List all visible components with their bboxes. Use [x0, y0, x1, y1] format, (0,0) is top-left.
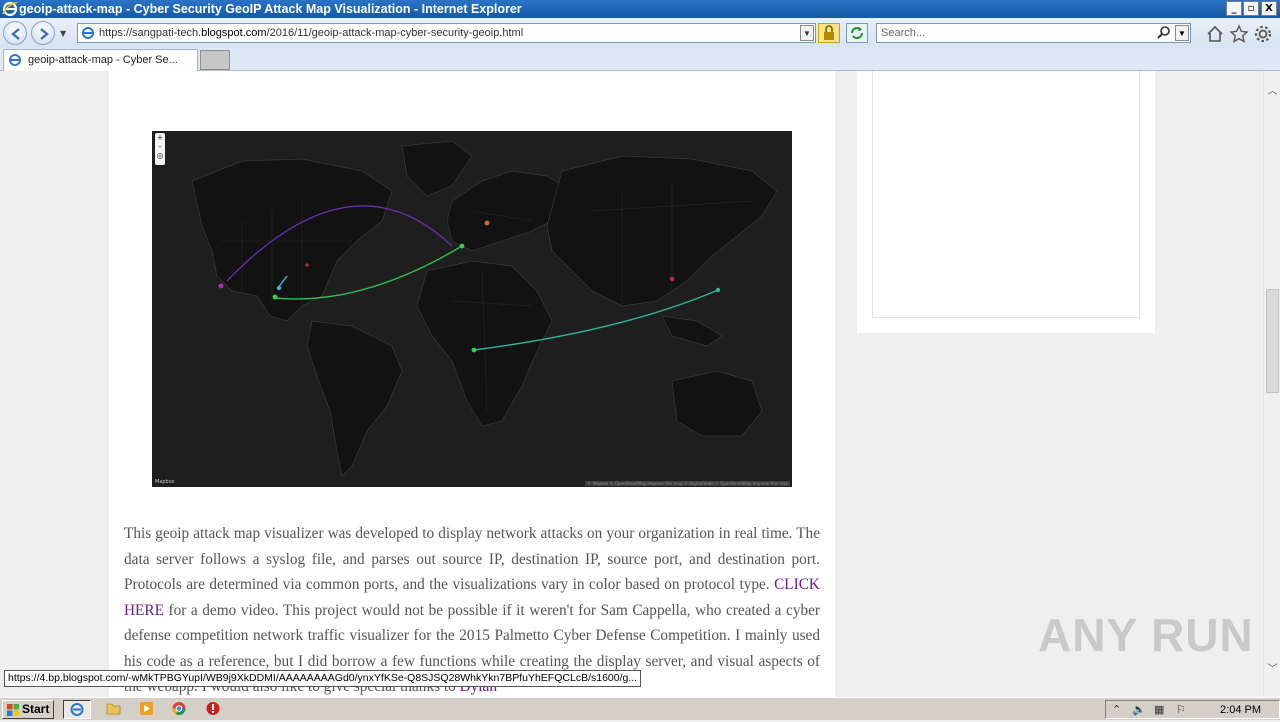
blog-post: + - ◎ Mapbox © Mapbox © OpenStreetMap Im… [109, 71, 835, 698]
scroll-up-icon[interactable]: ︿ [1266, 85, 1279, 99]
back-arrow-icon [11, 28, 20, 40]
taskbar-clock[interactable]: 2:04 PM [1220, 702, 1261, 719]
australia-shape [671, 370, 763, 437]
sidebar [857, 71, 1155, 333]
map-zoom-in-button[interactable]: + [155, 133, 165, 142]
taskbar-media-button[interactable] [133, 700, 161, 719]
search-input[interactable]: Search... [881, 27, 925, 39]
back-button[interactable] [3, 21, 27, 45]
tab-favicon-icon [9, 54, 21, 66]
attack-point-europe [459, 243, 465, 249]
tab-bar: geoip-attack-map - Cyber Se... [0, 48, 1280, 71]
tray-expand-icon[interactable]: ⌃ [1112, 703, 1121, 716]
page-viewport: + - ◎ Mapbox © Mapbox © OpenStreetMap Im… [0, 71, 1263, 698]
favorites-star-icon[interactable] [1229, 24, 1249, 44]
volume-icon[interactable]: 🔈 [1132, 703, 1146, 716]
close-button[interactable]: X [1261, 1, 1277, 16]
map-attribution: © Mapbox © OpenStreetMap Improve this ma… [585, 481, 790, 486]
search-icon[interactable] [1156, 25, 1172, 41]
asia-shape [546, 155, 778, 307]
forward-arrow-icon [40, 28, 49, 40]
lock-icon [824, 25, 834, 40]
start-button[interactable]: Start [2, 700, 54, 719]
title-bar: geoip-attack-map - Cyber Security GeoIP … [0, 0, 1280, 18]
network-icon[interactable]: ▦ [1154, 703, 1164, 716]
scrollbar-thumb[interactable] [1266, 289, 1279, 393]
forward-button[interactable] [31, 21, 55, 45]
tab-geoip-attack-map[interactable]: geoip-attack-map - Cyber Se... [3, 49, 198, 71]
southeast-asia-shape [661, 315, 723, 347]
stop-sign-icon [206, 702, 220, 715]
system-tray: ⌃ 🔈 ▦ ⚐ 2:04 PM [1105, 700, 1280, 719]
taskbar-explorer-button[interactable] [100, 700, 128, 719]
chrome-icon [172, 702, 186, 715]
gear-icon[interactable] [1253, 24, 1273, 44]
map-zoom-controls: + - ◎ [155, 133, 165, 165]
taskbar: Start ⌃ 🔈 ▦ ⚐ 2:04 PM [0, 697, 1280, 720]
url-domain: blogspot.com [201, 27, 267, 39]
world-map-graphic [191, 140, 778, 477]
attack-point-us-central [276, 285, 282, 291]
compatibility-refresh-button[interactable] [846, 23, 868, 43]
address-dropdown-button[interactable]: ▼ [800, 25, 814, 41]
taskbar-stop-button[interactable] [200, 700, 228, 719]
windows-logo-icon [7, 704, 19, 716]
ie-page-icon [82, 27, 94, 39]
taskbar-ie-button[interactable] [63, 700, 91, 719]
anyrun-watermark: ANY RUN [1038, 609, 1254, 661]
attack-point-us-east [272, 294, 278, 300]
security-lock-button[interactable] [818, 23, 840, 43]
attack-point-japan [715, 287, 721, 293]
map-logo: Mapbox [155, 479, 175, 485]
article-text-1: This geoip attack map visualizer was dev… [124, 525, 820, 593]
search-dropdown-button[interactable]: ▼ [1175, 25, 1189, 41]
taskbar-chrome-button[interactable] [166, 700, 194, 719]
history-dropdown-icon[interactable]: ▼ [60, 29, 66, 38]
vertical-scrollbar[interactable]: ︿ ﹀ [1263, 71, 1280, 698]
map-zoom-out-button[interactable]: - [155, 142, 165, 151]
north-america-shape [191, 158, 393, 322]
attack-point-us-ne [305, 263, 309, 267]
home-icon[interactable] [1205, 24, 1225, 44]
new-tab-button[interactable] [200, 50, 230, 70]
url-prefix: https://sangpati-tech. [99, 27, 202, 39]
action-center-flag-icon[interactable]: ⚐ [1176, 703, 1186, 716]
navigation-bar: ▼ https://sangpati-tech.blogspot.com/201… [0, 18, 1280, 48]
minimize-button[interactable]: _ [1226, 1, 1242, 16]
sidebar-widget [872, 71, 1140, 318]
address-url: https://sangpati-tech.blogspot.com/2016/… [99, 24, 523, 42]
ie-icon [70, 703, 84, 716]
window-title: geoip-attack-map - Cyber Security GeoIP … [19, 2, 522, 16]
ie-logo-icon [2, 1, 18, 17]
maximize-button[interactable]: ▫ [1243, 1, 1259, 16]
search-box[interactable]: Search... ▼ [876, 23, 1191, 43]
browser-window: geoip-attack-map - Cyber Security GeoIP … [0, 0, 1280, 720]
folder-icon [106, 703, 121, 715]
south-america-shape [306, 320, 403, 477]
status-url-tooltip: https://4.bp.blogspot.com/-wMkTPBGYupI/W… [4, 670, 642, 687]
attack-map-image[interactable]: + - ◎ Mapbox © Mapbox © OpenStreetMap Im… [152, 131, 792, 487]
attack-point-china [669, 276, 675, 282]
address-bar[interactable]: https://sangpati-tech.blogspot.com/2016/… [77, 23, 816, 43]
media-player-icon [140, 702, 153, 715]
map-locate-icon[interactable]: ◎ [155, 151, 165, 160]
tab-label: geoip-attack-map - Cyber Se... [28, 54, 178, 66]
attack-point-russia [484, 220, 490, 226]
scroll-down-icon[interactable]: ﹀ [1266, 663, 1279, 677]
attack-point-us-west [218, 283, 224, 289]
start-label: Start [22, 702, 50, 716]
greenland-shape [401, 140, 473, 197]
refresh-icon [851, 27, 863, 39]
url-path: /2016/11/geoip-attack-map-cyber-security… [266, 27, 524, 39]
attack-point-africa [471, 347, 477, 353]
